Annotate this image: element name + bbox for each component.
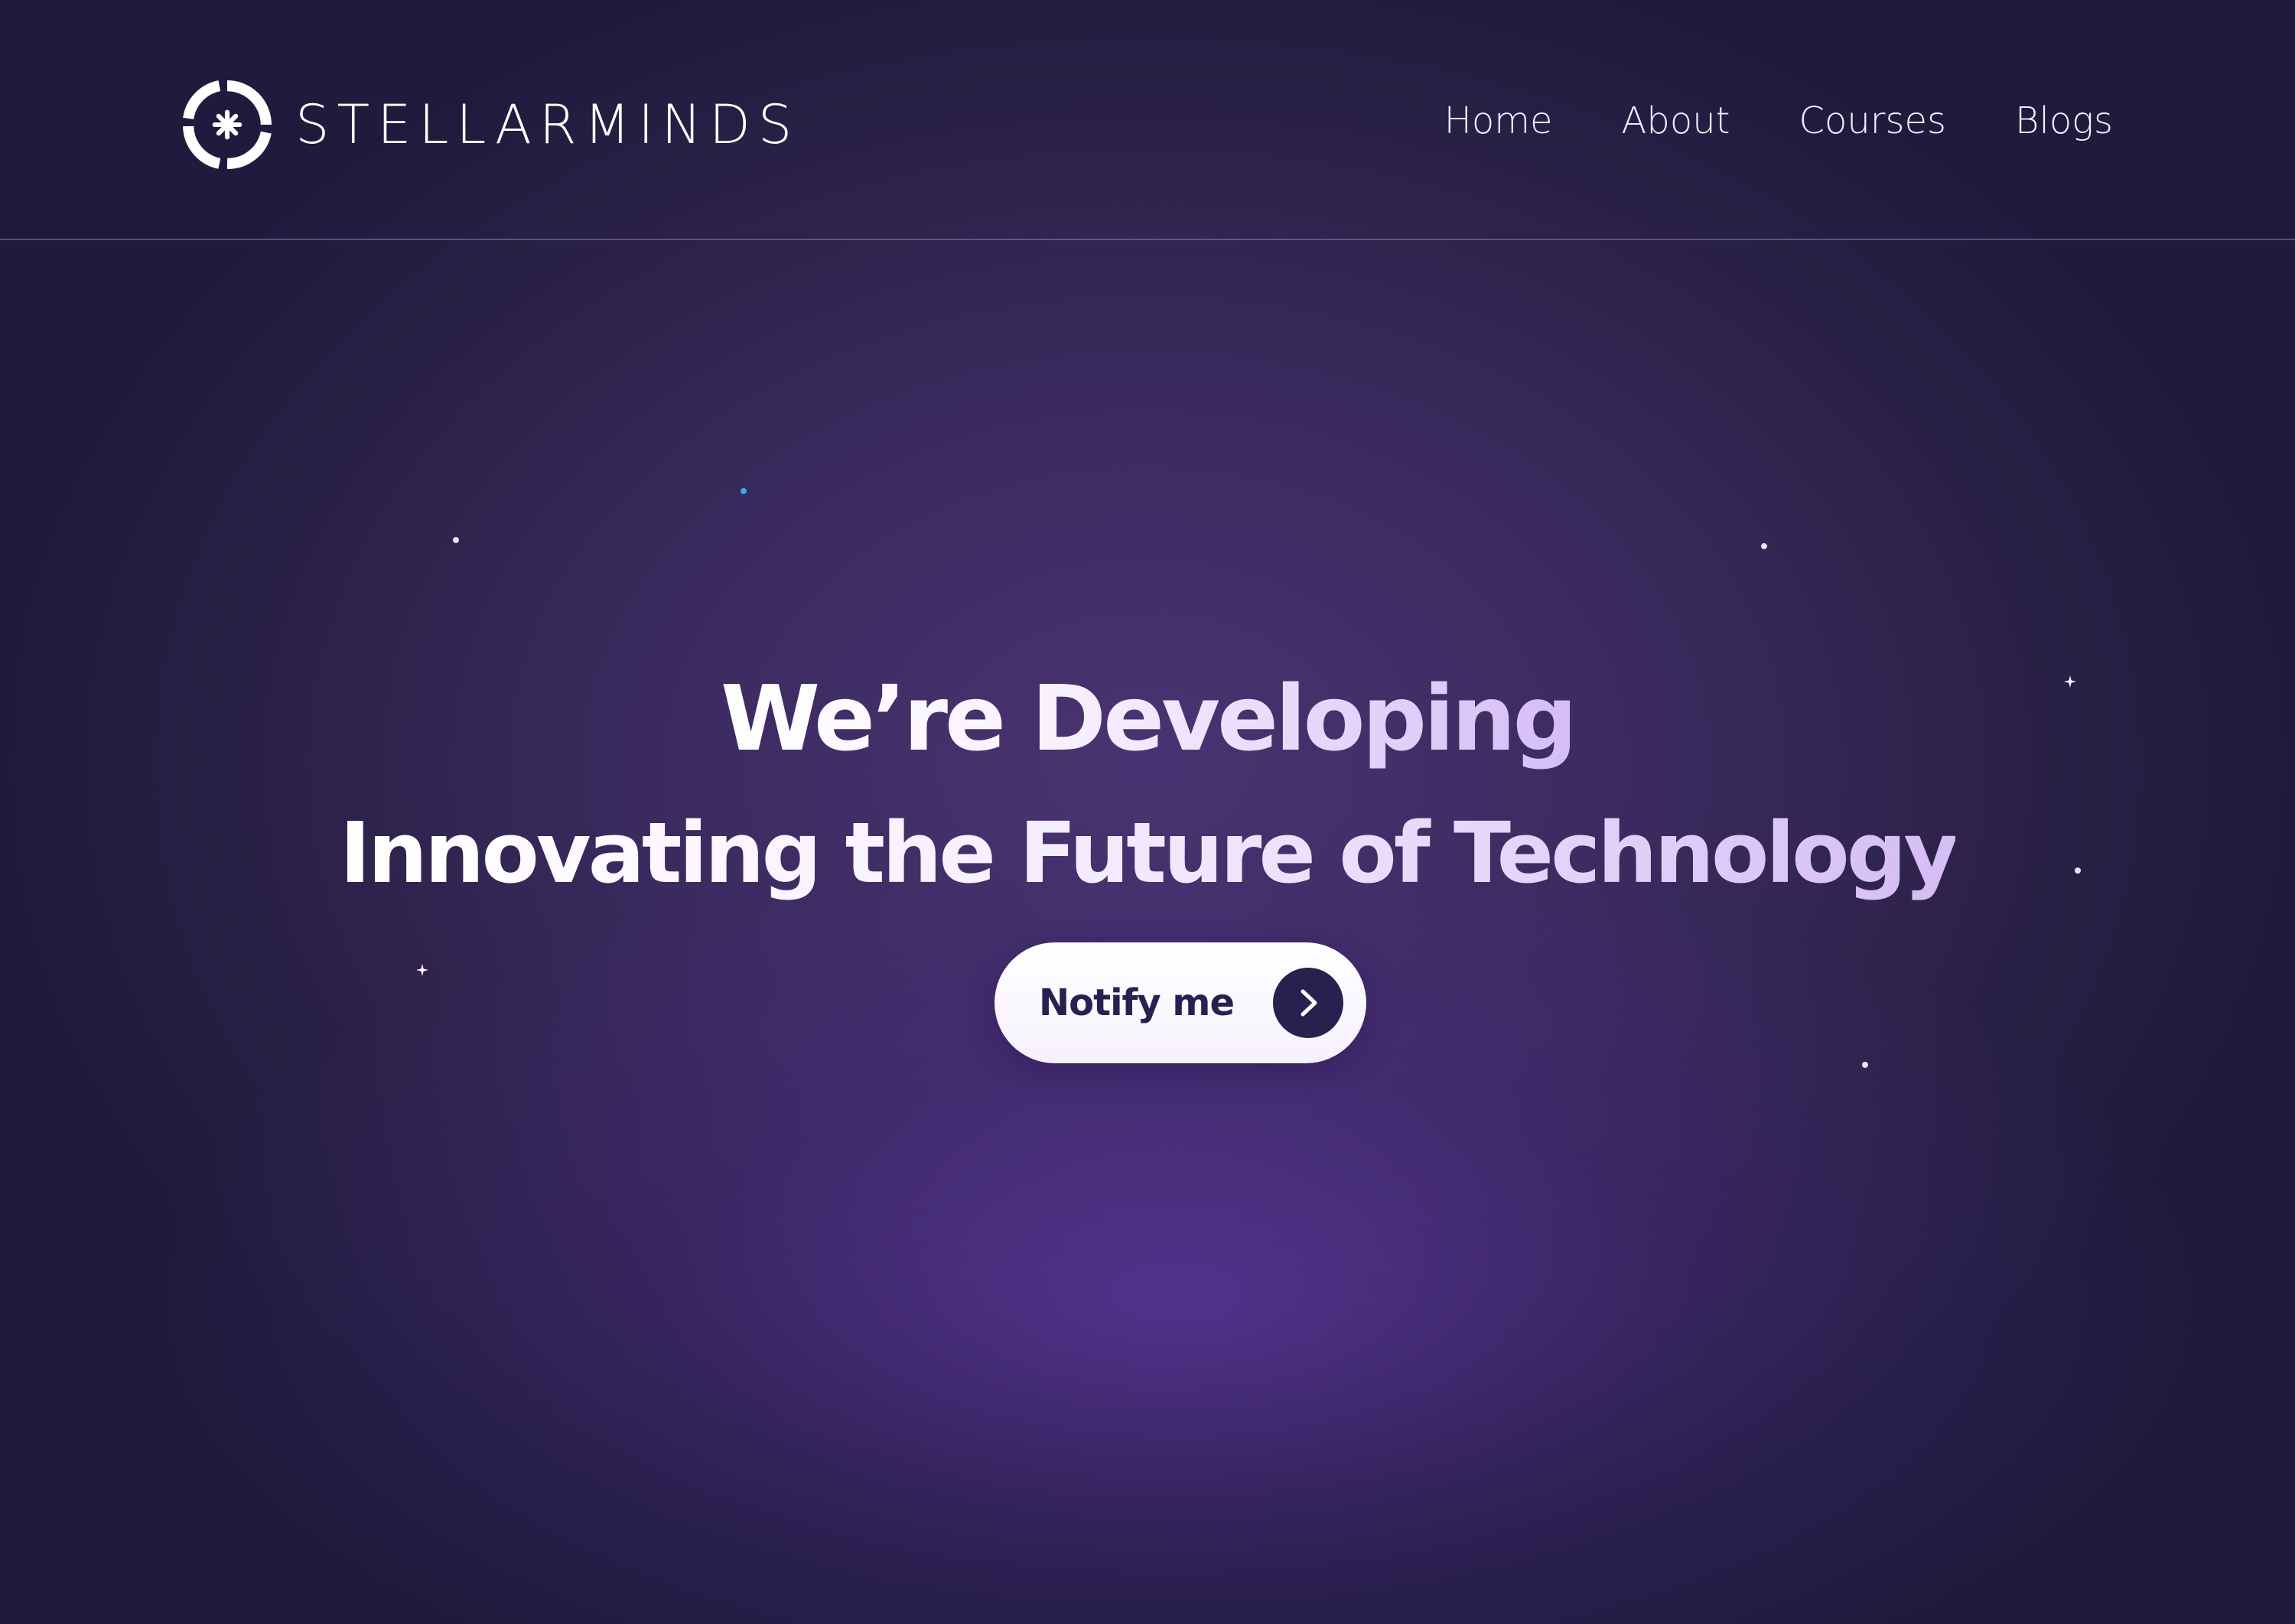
chevron-right-icon	[1273, 968, 1343, 1038]
brand-logo[interactable]: STELLARMINDS	[181, 76, 799, 173]
nav-item-home[interactable]: Home	[1444, 99, 1553, 142]
sparkle-icon	[416, 964, 428, 976]
star-decoration	[1862, 1062, 1868, 1068]
star-decoration	[1761, 543, 1767, 549]
star-decoration	[741, 488, 747, 494]
hero-title-line-2: Innovating the Future of Technology	[339, 804, 1958, 902]
landing-page: STELLARMINDS Home About Courses Blogs We…	[0, 0, 2295, 1624]
notify-me-label: Notify me	[1039, 981, 1235, 1024]
main-nav: Home About Courses Blogs	[1375, 99, 2113, 142]
hero-title-line-1: We’re Developing	[721, 666, 1577, 771]
site-header: STELLARMINDS Home About Courses Blogs	[0, 0, 2295, 240]
brand-name: STELLARMINDS	[295, 93, 800, 156]
nav-item-courses[interactable]: Courses	[1799, 99, 1946, 142]
notify-me-button[interactable]: Notify me	[994, 942, 1366, 1063]
stellarminds-logo-icon	[183, 80, 272, 169]
nav-item-about[interactable]: About	[1622, 99, 1730, 142]
star-decoration	[453, 537, 459, 543]
nav-item-blogs[interactable]: Blogs	[2015, 99, 2113, 142]
